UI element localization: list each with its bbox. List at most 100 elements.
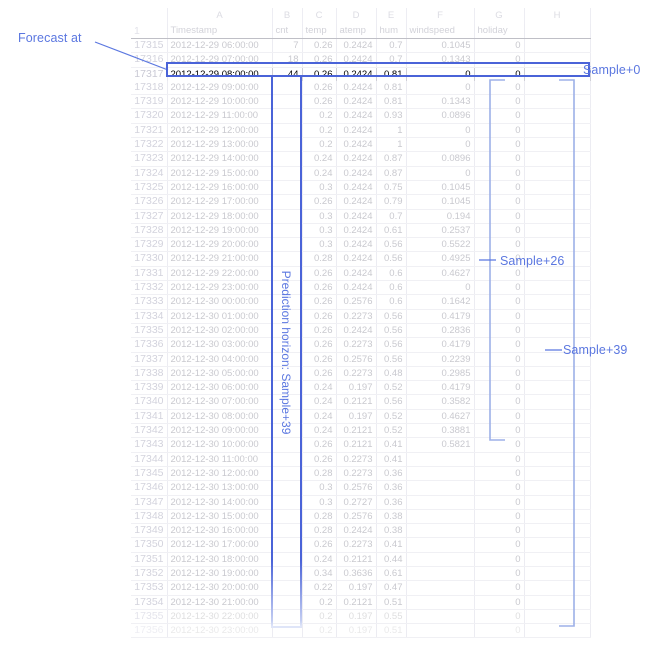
cell-a[interactable]: 2012-12-30 12:00:00 xyxy=(167,466,273,482)
cell-c[interactable]: 0.26 xyxy=(302,537,337,553)
table-row[interactable]: 17322 2012-12-29 13:00:00 0.2 0.2424 1 0 0 xyxy=(131,137,591,153)
cell-e[interactable]: 0.56 xyxy=(376,394,407,410)
cell-h[interactable] xyxy=(524,266,591,282)
table-row[interactable]: 17326 2012-12-29 17:00:00 0.26 0.2424 0.79 0.… xyxy=(131,194,591,210)
cell-h[interactable] xyxy=(524,94,591,110)
row-number[interactable]: 17344 xyxy=(131,452,168,467)
cell-g[interactable]: 0 xyxy=(474,266,525,282)
cell-h[interactable] xyxy=(524,223,591,239)
cell-h[interactable] xyxy=(524,609,591,625)
cell-g[interactable]: 0 xyxy=(474,366,525,382)
cell-e[interactable]: 0.61 xyxy=(376,566,407,582)
cell-c[interactable]: 0.26 xyxy=(302,266,337,282)
cell-d[interactable]: 0.2424 xyxy=(336,180,377,196)
cell-f[interactable]: 0 xyxy=(406,123,475,139)
cell-e[interactable]: 0.52 xyxy=(376,423,407,439)
spreadsheet-grid[interactable]: A B C D E F G H 1 Timestamp cnt temp atemp hum windspe… xyxy=(131,8,591,639)
cell-c[interactable]: 0.24 xyxy=(302,380,337,396)
cell-d[interactable]: 0.2273 xyxy=(336,537,377,553)
cell-e[interactable]: 0.47 xyxy=(376,580,407,596)
table-row[interactable]: 17336 2012-12-30 03:00:00 0.26 0.2273 0.56 0.… xyxy=(131,337,591,353)
cell-g[interactable]: 0 xyxy=(474,194,525,210)
cell-f[interactable] xyxy=(406,623,475,639)
cell-c[interactable]: 0.2 xyxy=(302,595,337,610)
cell-e[interactable]: 1 xyxy=(376,137,407,153)
cell-f[interactable]: 0.0896 xyxy=(406,108,475,124)
cell-c[interactable]: 0.26 xyxy=(302,194,337,210)
row-number[interactable]: 17337 xyxy=(131,352,168,367)
table-row[interactable]: 17338 2012-12-30 05:00:00 0.26 0.2273 0.48 0.… xyxy=(131,366,591,382)
cell-d[interactable]: 0.2727 xyxy=(336,495,377,510)
cell-c[interactable]: 0.24 xyxy=(302,166,337,181)
cell-a[interactable]: 2012-12-30 05:00:00 xyxy=(167,366,273,382)
cell-h[interactable] xyxy=(524,38,591,54)
column-header-g[interactable]: G xyxy=(474,8,525,24)
table-row[interactable]: 17325 2012-12-29 16:00:00 0.3 0.2424 0.75 0.1… xyxy=(131,180,591,196)
row-number[interactable]: 17339 xyxy=(131,380,168,396)
cell-e[interactable]: 0.56 xyxy=(376,323,407,339)
cell-d[interactable]: 0.2424 xyxy=(336,237,377,253)
row-number[interactable]: 17329 xyxy=(131,237,168,253)
table-row[interactable]: 17350 2012-12-30 17:00:00 0.26 0.2273 0.41 0 xyxy=(131,537,591,553)
cell-e[interactable]: 0.75 xyxy=(376,180,407,196)
cell-h[interactable] xyxy=(524,280,591,296)
cell-f[interactable] xyxy=(406,609,475,625)
cell-h[interactable] xyxy=(524,237,591,253)
cell-c[interactable]: 0.24 xyxy=(302,552,337,567)
row-number[interactable]: 17351 xyxy=(131,552,168,567)
cell-d[interactable]: 0.2121 xyxy=(336,595,377,610)
cell-e[interactable]: 0.51 xyxy=(376,595,407,610)
cell-c[interactable]: 0.26 xyxy=(302,352,337,367)
cell-h[interactable] xyxy=(524,509,591,525)
cell-c[interactable]: 0.2 xyxy=(302,609,337,625)
cell-g[interactable]: 0 xyxy=(474,595,525,610)
cell-c[interactable]: 0.3 xyxy=(302,223,337,239)
cell-a[interactable]: 2012-12-29 09:00:00 xyxy=(167,80,273,96)
cell-d[interactable]: 0.2424 xyxy=(336,223,377,239)
cell-h[interactable] xyxy=(524,566,591,582)
row-number[interactable]: 17315 xyxy=(131,38,168,54)
cell-e[interactable]: 0.56 xyxy=(376,251,407,267)
table-row[interactable]: 17342 2012-12-30 09:00:00 0.24 0.2121 0.52 0.… xyxy=(131,423,591,439)
cell-g[interactable]: 0 xyxy=(474,294,525,310)
cell-f[interactable]: 0.2239 xyxy=(406,352,475,367)
row-number[interactable]: 17342 xyxy=(131,423,168,439)
table-row[interactable]: 17335 2012-12-30 02:00:00 0.26 0.2424 0.56 0.… xyxy=(131,323,591,339)
cell-e[interactable]: 0.7 xyxy=(376,38,407,54)
cell-d[interactable]: 0.2121 xyxy=(336,552,377,567)
cell-d[interactable]: 0.2424 xyxy=(336,80,377,96)
row-number[interactable]: 17348 xyxy=(131,509,168,525)
cell-h[interactable] xyxy=(524,180,591,196)
field-header-blank[interactable] xyxy=(524,24,591,39)
row-number[interactable]: 17354 xyxy=(131,595,168,610)
table-row[interactable]: 17340 2012-12-30 07:00:00 0.24 0.2121 0.56 0.… xyxy=(131,394,591,410)
cell-h[interactable] xyxy=(524,294,591,310)
table-row[interactable]: 17324 2012-12-29 15:00:00 0.24 0.2424 0.87 0 0 xyxy=(131,166,591,181)
cell-c[interactable]: 0.24 xyxy=(302,151,337,167)
cell-f[interactable]: 0 xyxy=(406,137,475,153)
cell-g[interactable]: 0 xyxy=(474,623,525,639)
row-number[interactable]: 17347 xyxy=(131,495,168,510)
cell-a[interactable]: 2012-12-30 07:00:00 xyxy=(167,394,273,410)
table-row[interactable]: 17347 2012-12-30 14:00:00 0.3 0.2727 0.36 0 xyxy=(131,495,591,510)
table-row[interactable]: 17334 2012-12-30 01:00:00 0.26 0.2273 0.56 0.… xyxy=(131,309,591,324)
cell-g[interactable]: 0 xyxy=(474,166,525,181)
cell-f[interactable]: 0.4179 xyxy=(406,309,475,324)
cell-c[interactable]: 0.24 xyxy=(302,394,337,410)
cell-g[interactable]: 0 xyxy=(474,566,525,582)
cell-c[interactable]: 0.26 xyxy=(302,280,337,296)
cell-c[interactable]: 0.28 xyxy=(302,251,337,267)
cell-c[interactable]: 0.3 xyxy=(302,237,337,253)
cell-e[interactable]: 0.56 xyxy=(376,337,407,353)
data-table[interactable]: A B C D E F G H 1 Timestamp cnt temp atemp hum windspe… xyxy=(131,8,591,639)
cell-d[interactable]: 0.197 xyxy=(336,409,377,425)
cell-c[interactable]: 0.3 xyxy=(302,495,337,510)
cell-c[interactable]: 0.2 xyxy=(302,123,337,139)
row-number[interactable]: 17356 xyxy=(131,623,168,639)
cell-a[interactable]: 2012-12-30 09:00:00 xyxy=(167,423,273,439)
row-number[interactable]: 17345 xyxy=(131,466,168,482)
table-row[interactable]: 17337 2012-12-30 04:00:00 0.26 0.2576 0.56 0.… xyxy=(131,352,591,367)
row-number[interactable]: 17319 xyxy=(131,94,168,110)
cell-f[interactable]: 0.1343 xyxy=(406,94,475,110)
cell-h[interactable] xyxy=(524,623,591,639)
